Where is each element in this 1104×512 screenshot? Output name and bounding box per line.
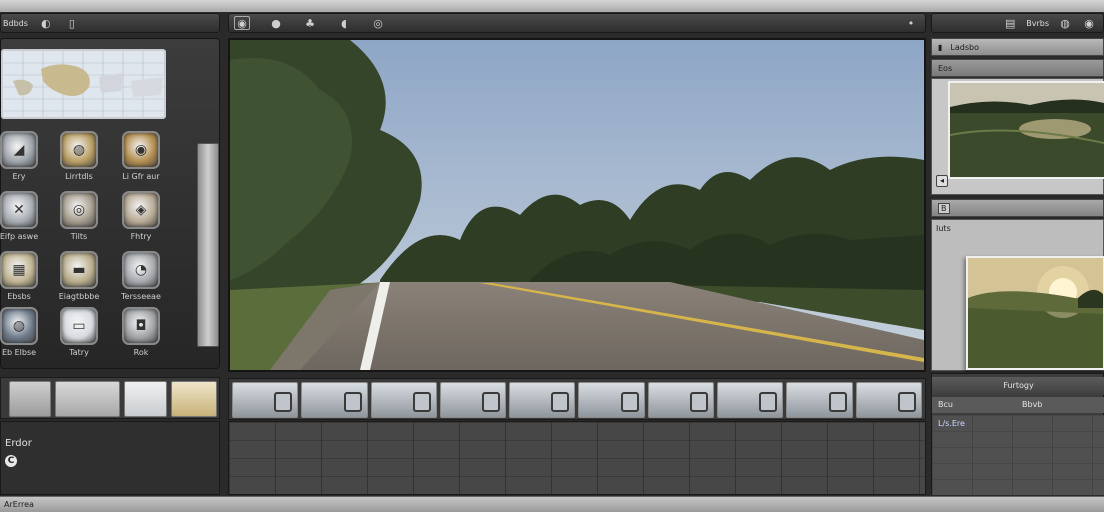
globe-icon[interactable]: ◍ bbox=[1057, 16, 1073, 30]
audio-icon[interactable]: ◖ bbox=[336, 16, 352, 30]
source-clip-thumb[interactable] bbox=[54, 381, 120, 417]
effects-scrollbar[interactable] bbox=[197, 143, 219, 347]
effect-thumbnail-icon: ◔ bbox=[122, 251, 160, 289]
left-toolbar-label: Bdbds bbox=[3, 18, 28, 28]
video-viewer[interactable] bbox=[228, 38, 926, 372]
properties-row-right: Bbvb bbox=[1022, 400, 1043, 409]
properties-body-text: L/s.Ere bbox=[938, 419, 965, 428]
eye-icon[interactable]: ◎ bbox=[370, 16, 386, 30]
slider-icon[interactable]: ▯ bbox=[64, 16, 80, 30]
source-clip-thumb[interactable] bbox=[171, 381, 217, 417]
clip-info-label: Erdor bbox=[5, 438, 32, 449]
effect-item[interactable]: ✕ Eifp aswe bbox=[0, 191, 49, 241]
timeline-frame[interactable] bbox=[647, 382, 715, 418]
effect-label: Tatry bbox=[69, 348, 89, 357]
effect-item[interactable]: ◢ Ery bbox=[0, 131, 49, 181]
preview-a-box: ◂ bbox=[931, 78, 1104, 195]
timeline-frame[interactable] bbox=[301, 382, 368, 418]
inspector-header-label: Ladsbo bbox=[950, 42, 979, 52]
effect-thumbnail-icon: ▦ bbox=[0, 251, 38, 289]
effect-label: Ebsbs bbox=[7, 292, 31, 301]
right-toolbar: ▤ Bvrbs ◍ ◉ bbox=[931, 13, 1104, 33]
layers-icon[interactable]: ▤ bbox=[1002, 16, 1018, 30]
source-clip-thumb[interactable] bbox=[123, 381, 168, 417]
effect-item[interactable]: ▬ Eiagtbbbe bbox=[49, 251, 109, 301]
effects-browser-panel: ◢ Ery ◍ Lirrtdls ◉ Li Gfr aur ✕ Eifp aswe ◎ Tilts… bbox=[0, 38, 220, 369]
effect-thumbnail-icon: ▬ bbox=[60, 251, 98, 289]
effect-item[interactable]: ◈ Fhtry bbox=[111, 191, 171, 241]
timeline-frame[interactable] bbox=[232, 382, 299, 418]
effect-thumbnail-icon: ▭ bbox=[60, 307, 98, 345]
clip-info-panel: Erdor C bbox=[0, 421, 220, 495]
copyright-icon: C bbox=[5, 455, 17, 467]
effect-thumbnail-icon: ✕ bbox=[0, 191, 38, 229]
effect-thumbnail-icon: ◍ bbox=[0, 307, 38, 345]
effect-thumbnail-icon: ◢ bbox=[0, 131, 38, 169]
settings-dot-icon[interactable]: • bbox=[903, 16, 919, 30]
properties-title: Furtogy bbox=[932, 377, 1104, 395]
timeline-frame[interactable] bbox=[439, 382, 507, 418]
timeline-frame[interactable] bbox=[370, 382, 437, 418]
effect-thumbnail-icon: ◍ bbox=[60, 131, 98, 169]
record-icon[interactable]: ● bbox=[268, 16, 284, 30]
properties-row-left: Bcu bbox=[938, 400, 953, 409]
map-preview[interactable] bbox=[1, 49, 166, 119]
timeline-frame[interactable] bbox=[509, 382, 576, 418]
preview-a-image[interactable] bbox=[948, 81, 1104, 179]
left-toolbar: Bdbds ◐ ▯ bbox=[0, 13, 220, 33]
effect-item[interactable]: ◔ Tersseeae bbox=[111, 251, 171, 301]
preview-b-header: B bbox=[931, 199, 1104, 217]
preview-a-header-label: Eos bbox=[938, 63, 953, 73]
timeline-frame[interactable] bbox=[717, 382, 784, 418]
effect-thumbnail-icon: ◉ bbox=[122, 131, 160, 169]
effect-item[interactable]: ▭ Tatry bbox=[49, 307, 109, 357]
preview-b-subheader: Iuts bbox=[936, 224, 951, 233]
effect-label: Eifp aswe bbox=[0, 232, 39, 241]
preview-b-header-label: B bbox=[938, 202, 950, 214]
preview-b-box: Iuts bbox=[931, 219, 1104, 371]
properties-row[interactable]: Bcu Bbvb bbox=[932, 397, 1104, 413]
effect-label: Fhtry bbox=[130, 232, 152, 241]
inspector-header-icon: ▮ bbox=[938, 42, 943, 52]
effect-label: Lirrtdls bbox=[65, 172, 93, 181]
status-bar: ArErrea bbox=[0, 496, 1104, 512]
source-clip-thumb[interactable] bbox=[9, 381, 51, 417]
effect-item[interactable]: ▦ Ebsbs bbox=[0, 251, 49, 301]
effect-item[interactable]: ◍ Lirrtdls bbox=[49, 131, 109, 181]
effect-thumbnail-icon: ◈ bbox=[122, 191, 160, 229]
effect-thumbnail-icon: ◘ bbox=[122, 307, 160, 345]
effect-label: Tilts bbox=[70, 232, 88, 241]
mixer-icon[interactable]: ♣ bbox=[302, 16, 318, 30]
right-toolbar-label: Bvrbs bbox=[1026, 18, 1049, 28]
top-strip bbox=[0, 0, 1104, 12]
effect-label: Eb Elbse bbox=[1, 348, 37, 357]
preview-a-close-icon[interactable]: ◂ bbox=[936, 175, 948, 187]
timeline-frame[interactable] bbox=[855, 382, 922, 418]
camera-icon[interactable]: ◉ bbox=[234, 16, 250, 30]
effect-item[interactable]: ◉ Li Gfr aur bbox=[111, 131, 171, 181]
effect-label: Rok bbox=[133, 348, 149, 357]
timeline-thumbnail-strip bbox=[228, 378, 926, 420]
eye-toggle-icon[interactable]: ◉ bbox=[1081, 16, 1097, 30]
inspector-header: ▮ Ladsbo bbox=[931, 38, 1104, 56]
effect-thumbnail-icon: ◎ bbox=[60, 191, 98, 229]
effect-label: Ery bbox=[12, 172, 26, 181]
preview-b-image[interactable] bbox=[966, 256, 1104, 370]
effect-label: Tersseeae bbox=[121, 292, 161, 301]
timeline-track-area[interactable] bbox=[228, 421, 926, 495]
effect-item[interactable]: ◘ Rok bbox=[111, 307, 171, 357]
effect-label: Li Gfr aur bbox=[122, 172, 160, 181]
timeline-frame[interactable] bbox=[786, 382, 853, 418]
brightness-icon[interactable]: ◐ bbox=[38, 16, 54, 30]
effect-item[interactable]: ◍ Eb Elbse bbox=[0, 307, 49, 357]
timeline-frame[interactable] bbox=[578, 382, 645, 418]
effect-item[interactable]: ◎ Tilts bbox=[49, 191, 109, 241]
source-clip-strip bbox=[0, 377, 220, 419]
properties-panel: Furtogy Bcu Bbvb L/s.Ere bbox=[931, 373, 1104, 495]
status-text: ArErrea bbox=[4, 500, 34, 509]
properties-body: L/s.Ere bbox=[932, 415, 1104, 495]
effect-label: Eiagtbbbe bbox=[58, 292, 100, 301]
viewer-toolbar: ◉ ● ♣ ◖ ◎ • bbox=[228, 13, 926, 33]
preview-a-header: Eos bbox=[931, 59, 1104, 77]
